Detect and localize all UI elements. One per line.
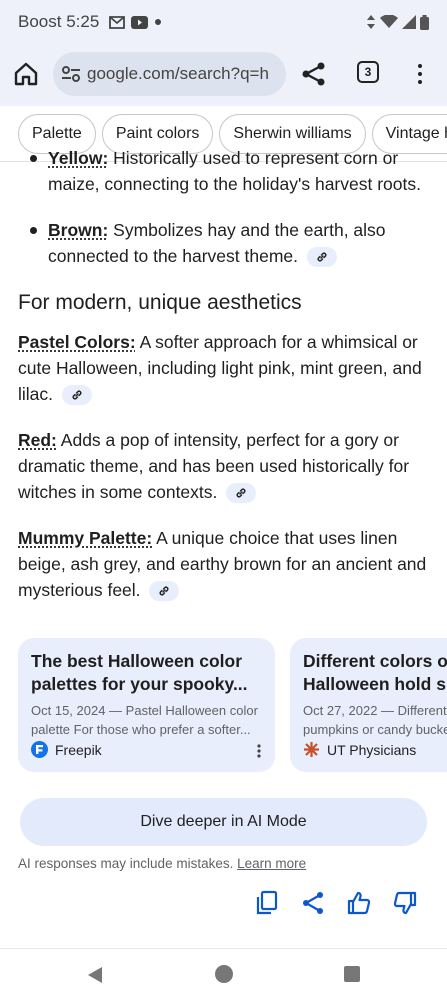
feedback-actions bbox=[255, 890, 417, 916]
status-bar: Boost 5:25 bbox=[0, 0, 447, 44]
home-nav-icon[interactable] bbox=[215, 965, 233, 983]
link-icon bbox=[317, 252, 327, 262]
recents-icon[interactable] bbox=[344, 966, 360, 982]
url-bar[interactable]: google.com/search?q=h bbox=[53, 52, 286, 96]
tab-switcher-button[interactable]: 3 bbox=[357, 61, 379, 83]
ai-overview-content: Yellow: Historically used to represent c… bbox=[0, 148, 447, 603]
wifi-icon bbox=[380, 15, 398, 28]
browser-toolbar: google.com/search?q=h 3 bbox=[0, 44, 447, 106]
thumbs-down-icon[interactable] bbox=[393, 890, 417, 916]
card-snippet: Oct 15, 2024 — Pastel Halloween color bbox=[31, 703, 258, 718]
term-yellow[interactable]: Yellow: bbox=[48, 148, 108, 168]
ut-physicians-logo-icon bbox=[304, 742, 319, 757]
card-source: Freepik bbox=[31, 741, 102, 758]
source-link-button[interactable] bbox=[61, 385, 92, 406]
url-text: google.com/search?q=h bbox=[87, 64, 269, 83]
copy-icon[interactable] bbox=[255, 890, 279, 916]
section-heading: For modern, unique aesthetics bbox=[18, 291, 302, 314]
signal-icon bbox=[402, 15, 416, 29]
youtube-icon bbox=[131, 15, 149, 29]
card-source-name: Freepik bbox=[55, 741, 102, 758]
tab-count: 3 bbox=[364, 65, 372, 79]
learn-more-link[interactable]: Learn more bbox=[237, 856, 306, 871]
source-card[interactable]: Different colors on Halloween hold speci… bbox=[290, 638, 447, 772]
source-link-button[interactable] bbox=[149, 581, 180, 602]
status-time: 5:25 bbox=[66, 12, 100, 31]
dive-deeper-ai-mode-button[interactable]: Dive deeper in AI Mode bbox=[20, 798, 427, 846]
carrier-name: Boost bbox=[18, 12, 62, 31]
source-card[interactable]: The best Halloween color palettes for yo… bbox=[18, 638, 275, 772]
list-item: Brown: Symbolizes hay and the earth, als… bbox=[0, 217, 447, 269]
gmail-icon bbox=[109, 15, 126, 29]
card-snippet: Oct 27, 2022 — Different colored bbox=[303, 703, 447, 718]
term-pastel-colors[interactable]: Pastel Colors: bbox=[18, 332, 136, 352]
card-snippet: palette For those who prefer a softer... bbox=[31, 722, 251, 737]
link-icon bbox=[159, 586, 169, 596]
link-icon bbox=[236, 488, 246, 498]
more-menu-icon[interactable] bbox=[410, 60, 430, 88]
dot-icon bbox=[155, 19, 162, 25]
source-link-button[interactable] bbox=[306, 247, 337, 268]
term-brown[interactable]: Brown: bbox=[48, 220, 108, 240]
back-icon[interactable] bbox=[86, 966, 104, 984]
paragraph-text: Adds a pop of intensity, perfect for a g… bbox=[18, 430, 410, 502]
data-arrows-icon bbox=[367, 15, 375, 29]
share-icon[interactable] bbox=[300, 60, 328, 88]
thumbs-up-icon[interactable] bbox=[347, 890, 371, 916]
card-snippet: pumpkins or candy buckets bbox=[303, 722, 447, 737]
battery-icon bbox=[420, 14, 429, 30]
card-source-name: UT Physicians bbox=[327, 741, 417, 758]
disclaimer-text: AI responses may include mistakes. bbox=[18, 856, 234, 871]
card-title: The best Halloween color palettes for yo… bbox=[31, 651, 248, 694]
site-settings-icon[interactable] bbox=[61, 65, 81, 83]
link-icon bbox=[72, 390, 82, 400]
term-red[interactable]: Red: bbox=[18, 430, 57, 450]
freepik-logo-icon bbox=[31, 741, 48, 758]
source-cards-carousel: The best Halloween color palettes for yo… bbox=[18, 638, 447, 774]
share-icon[interactable] bbox=[301, 890, 325, 916]
list-item: Yellow: Historically used to represent c… bbox=[0, 145, 447, 197]
system-nav-bar bbox=[0, 948, 447, 1000]
card-source: UT Physicians bbox=[303, 741, 416, 758]
source-link-button[interactable] bbox=[226, 483, 257, 504]
card-title: Different colors on Halloween hold speci… bbox=[303, 651, 447, 694]
paragraph: Red: Adds a pop of intensity, perfect fo… bbox=[0, 427, 447, 505]
card-more-icon[interactable] bbox=[257, 744, 261, 758]
paragraph: Pastel Colors: A softer approach for a w… bbox=[0, 329, 447, 407]
ai-disclaimer: AI responses may include mistakes. Learn… bbox=[18, 856, 306, 871]
paragraph: Mummy Palette: A unique choice that uses… bbox=[0, 525, 447, 603]
status-carrier-time: Boost 5:25 bbox=[18, 12, 99, 32]
home-icon[interactable] bbox=[12, 60, 40, 88]
term-mummy-palette[interactable]: Mummy Palette: bbox=[18, 528, 152, 548]
